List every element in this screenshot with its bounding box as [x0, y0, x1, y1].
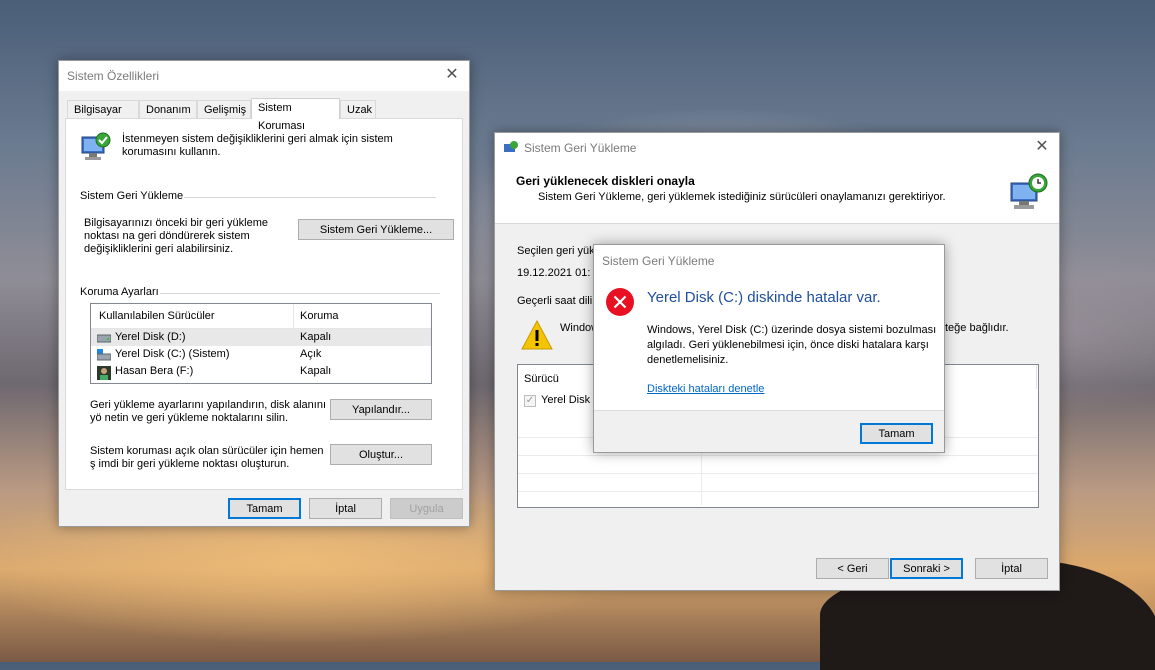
create-text: Sistem koruması açık olan sürücüler için… — [90, 445, 324, 470]
selected-point-date: 19.12.2021 01: — [517, 267, 591, 279]
system-restore-icon — [1007, 171, 1049, 216]
column-drive[interactable]: Sürücü — [524, 373, 559, 386]
wizard-header: Geri yüklenecek diskleri onayla Sistem G… — [495, 163, 1059, 224]
configure-text: Geri yükleme ayarlarını yapılandırın, di… — [90, 399, 327, 424]
error-dialog: Sistem Geri Yükleme Yerel Disk (C:) disk… — [593, 244, 945, 453]
restore-app-icon — [503, 140, 519, 159]
row-line — [518, 473, 1038, 474]
cancel-button[interactable]: İptal — [975, 558, 1048, 579]
system-protection-icon — [80, 131, 112, 166]
warning-icon — [521, 319, 553, 353]
timezone-label: Geçerli saat dilim — [517, 295, 602, 307]
column-protection[interactable]: Koruma — [300, 310, 339, 323]
protection-group-label: Koruma Ayarları — [80, 286, 159, 298]
column-separator — [1036, 365, 1037, 389]
divider — [160, 293, 440, 294]
drive-name: Hasan Bera (F:) — [115, 365, 194, 377]
error-titlebar: Sistem Geri Yükleme — [594, 245, 944, 273]
system-restore-button[interactable]: Sistem Geri Yükleme... — [298, 219, 454, 240]
restore-text: Bilgisayarınızı önceki bir geri yükleme … — [84, 217, 269, 255]
divider — [184, 197, 436, 198]
table-row[interactable]: Yerel Disk (C:) (Sistem) Açık — [91, 346, 431, 363]
wizard-heading: Geri yüklenecek diskleri onayla — [516, 174, 695, 188]
drive-item: Yerel Disk ( — [541, 394, 597, 406]
back-button[interactable]: < Geri — [816, 558, 889, 579]
window-title: Sistem Özellikleri — [67, 69, 160, 83]
tab-panel: İstenmeyen sistem değişikliklerini geri … — [65, 118, 463, 490]
drive-name: Yerel Disk (D:) — [115, 331, 186, 343]
intro-text: İstenmeyen sistem değişikliklerini geri … — [122, 133, 393, 158]
system-properties-window: Sistem Özellikleri ✕ Bilgisayar Adı Dona… — [58, 60, 470, 527]
table-row[interactable]: Hasan Bera (F:) Kapalı — [91, 363, 431, 380]
row-line — [518, 455, 1038, 456]
tab-system-protection[interactable]: Sistem Koruması — [251, 98, 340, 132]
next-button[interactable]: Sonraki > — [890, 558, 963, 579]
error-icon — [605, 287, 635, 320]
column-separator — [293, 304, 294, 328]
tab-computer-name[interactable]: Bilgisayar Adı — [67, 100, 139, 134]
wizard-subheading: Sistem Geri Yükleme, geri yüklemek isted… — [538, 191, 946, 203]
configure-button[interactable]: Yapılandır... — [330, 399, 432, 420]
tab-hardware[interactable]: Donanım — [139, 100, 197, 118]
drive-status: Açık — [300, 348, 322, 360]
restore-titlebar: Sistem Geri Yükleme ✕ — [495, 133, 1059, 163]
ok-button[interactable]: Tamam — [860, 423, 933, 444]
close-icon[interactable]: ✕ — [444, 67, 460, 83]
row-line — [518, 491, 1038, 492]
error-footer: Tamam — [594, 410, 944, 452]
ok-button[interactable]: Tamam — [228, 498, 301, 519]
list-header: Kullanılabilen Sürücüler Koruma — [91, 304, 431, 329]
drive-icon — [96, 332, 112, 343]
system-properties-titlebar: Sistem Özellikleri ✕ — [59, 61, 469, 91]
window-title: Sistem Geri Yükleme — [602, 254, 715, 268]
apply-button[interactable]: Uygula — [390, 498, 463, 519]
selected-point-label: Seçilen geri yük — [517, 245, 595, 257]
error-heading: Yerel Disk (C:) diskinde hatalar var. — [647, 289, 881, 306]
drive-status: Kapalı — [300, 365, 332, 377]
tab-strip: Bilgisayar Adı Donanım Gelişmiş Sistem K… — [67, 98, 461, 134]
table-row[interactable]: Yerel Disk (D:) Kapalı — [91, 329, 431, 346]
user-drive-icon — [97, 366, 111, 380]
system-drive-icon — [96, 349, 112, 361]
window-title: Sistem Geri Yükleme — [524, 141, 637, 155]
close-icon[interactable]: ✕ — [1034, 139, 1050, 155]
column-available-drives[interactable]: Kullanılabilen Sürücüler — [99, 310, 215, 323]
drive-checkbox[interactable]: ✓ — [524, 395, 536, 407]
error-body: Windows, Yerel Disk (C:) üzerinde dosya … — [647, 324, 937, 366]
drive-status: Kapalı — [300, 331, 332, 343]
cancel-button[interactable]: İptal — [309, 498, 382, 519]
tab-advanced[interactable]: Gelişmiş — [197, 100, 251, 118]
warning-text-right: teğe bağlıdır. — [945, 322, 1009, 334]
check-disk-link[interactable]: Diskteki hataları denetle — [647, 383, 764, 396]
create-button[interactable]: Oluştur... — [330, 444, 432, 465]
drives-list[interactable]: Kullanılabilen Sürücüler Koruma Yerel Di… — [90, 303, 432, 384]
restore-group-label: Sistem Geri Yükleme — [80, 190, 184, 202]
tab-remote[interactable]: Uzak — [340, 100, 376, 118]
drive-name: Yerel Disk (C:) (Sistem) — [115, 348, 230, 360]
